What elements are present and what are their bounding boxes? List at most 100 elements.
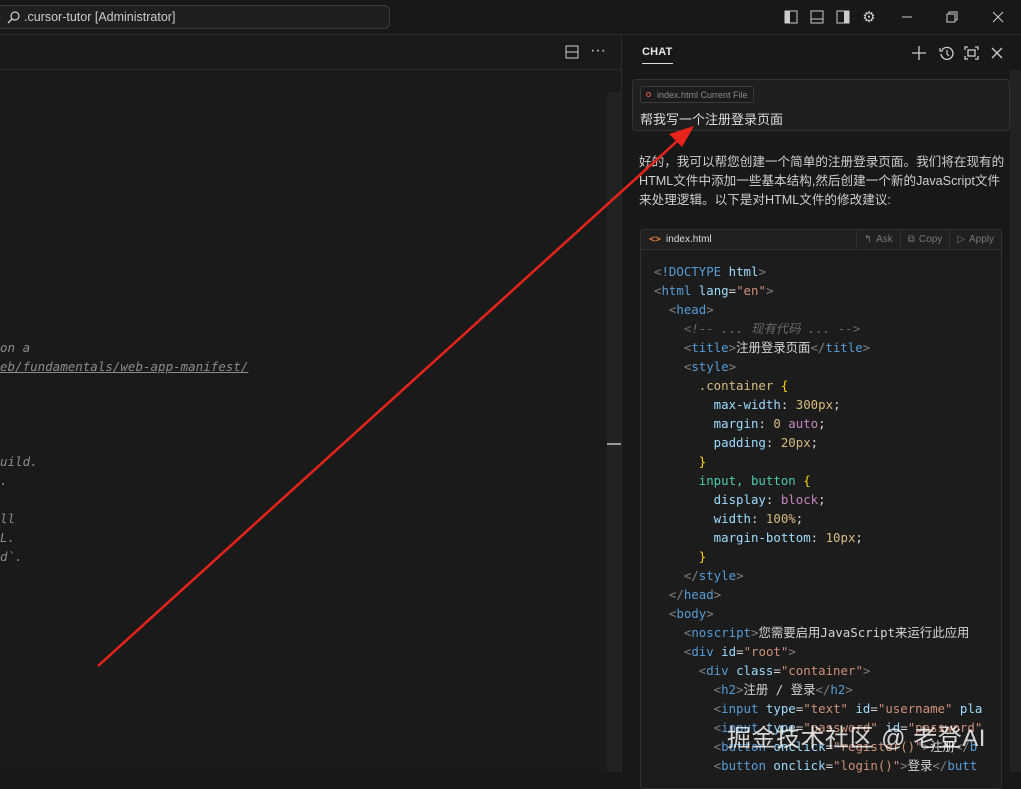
- assistant-response: 好的，我可以帮您创建一个简单的注册登录页面。我们将在现有的HTML文件中添加一些…: [639, 155, 1005, 207]
- code-token: "username": [877, 701, 953, 716]
- toggle-panel-icon[interactable]: [808, 8, 826, 26]
- code-line: <!-- ... 现有代码 ... -->: [654, 319, 982, 338]
- code-token: head: [683, 587, 714, 602]
- code-token: =: [728, 283, 737, 298]
- code-token: max-width: [654, 397, 781, 412]
- copy-button[interactable]: ⧉ Copy: [899, 230, 950, 250]
- code-token: :: [765, 435, 781, 450]
- split-editor-icon[interactable]: [563, 43, 581, 61]
- code-token: }: [654, 549, 707, 564]
- apply-button[interactable]: ▷ Apply: [949, 230, 1001, 250]
- chat-scrollbar[interactable]: [1010, 70, 1021, 772]
- code-token: <: [654, 302, 677, 317]
- code-line: ll: [0, 511, 16, 526]
- more-actions-icon[interactable]: ···: [589, 42, 607, 60]
- code-token: input: [721, 720, 759, 735]
- code-token: >: [788, 644, 796, 659]
- toggle-primary-sidebar-icon[interactable]: [782, 8, 800, 26]
- code-token: ;: [818, 492, 826, 507]
- play-icon: ▷: [957, 234, 965, 245]
- code-token: "password": [803, 720, 878, 735]
- code-line: <input type="password" id="password": [654, 718, 983, 737]
- code-line: d`.: [0, 549, 23, 564]
- code-token: =: [736, 644, 744, 659]
- ask-button[interactable]: ↰ Ask: [855, 230, 900, 250]
- code-brackets-icon: <>: [649, 234, 662, 245]
- close-window-icon[interactable]: [989, 8, 1007, 26]
- code-token: =: [825, 758, 834, 773]
- minimize-icon[interactable]: [898, 8, 916, 26]
- code-line: <div class="container">: [654, 661, 982, 680]
- chat-panel: CHAT index.html Current File 帮我写一个注册登录页面…: [622, 35, 1021, 789]
- code-token: ;: [855, 530, 863, 545]
- code-token: 注册: [930, 739, 955, 754]
- code-token: >: [845, 682, 853, 697]
- code-token: button: [721, 739, 766, 754]
- code-line: <h2>注册 / 登录</h2>: [654, 680, 982, 699]
- title-bar: .cursor-tutor [Administrator] ⚙: [0, 0, 1021, 35]
- toggle-secondary-sidebar-icon[interactable]: [834, 8, 852, 26]
- code-token: 登录: [907, 758, 933, 773]
- code-token: </: [815, 682, 831, 697]
- code-token: .container: [654, 378, 774, 393]
- code-line: uild.: [0, 454, 38, 469]
- code-line: <noscript>您需要启用JavaScript来运行此应用: [654, 623, 982, 642]
- code-block: <> index.html ↰ Ask ⧉ Copy ▷ Apply <!DOCTYPE…: [640, 229, 1002, 789]
- command-search-box[interactable]: .cursor-tutor [Administrator]: [0, 5, 390, 29]
- tab-chat[interactable]: CHAT: [642, 46, 673, 64]
- code-line: <title>注册登录页面</title>: [654, 338, 982, 357]
- code-token: >: [758, 264, 766, 279]
- code-content: <!DOCTYPE html> <html lang="en"> <head> <…: [654, 262, 982, 775]
- editor-area: ··· on a eb/fundamentals/web-app-manifes…: [0, 35, 621, 772]
- history-icon[interactable]: [937, 44, 955, 62]
- code-token: padding: [654, 435, 766, 450]
- code-token: 您需要启用JavaScript来运行此应用: [758, 625, 970, 640]
- code-token: >: [728, 359, 737, 374]
- code-token: !DOCTYPE: [661, 264, 722, 279]
- code-token: >: [713, 587, 722, 602]
- code-token: ;: [795, 511, 804, 526]
- settings-gear-icon[interactable]: ⚙: [860, 8, 878, 26]
- code-token: class: [728, 663, 774, 678]
- code-line: <head>: [654, 300, 982, 319]
- code-token: style: [691, 359, 729, 374]
- context-file-chip[interactable]: index.html Current File: [640, 86, 754, 103]
- code-token: <: [654, 663, 707, 678]
- code-token: =: [825, 739, 834, 754]
- code-token: margin-bottom: [654, 530, 811, 545]
- code-token: "text": [803, 701, 848, 716]
- code-line: max-width: 300px;: [654, 395, 982, 414]
- editor-scrollbar[interactable]: [607, 92, 621, 772]
- code-token: =: [870, 701, 878, 716]
- code-token: </: [654, 587, 684, 602]
- code-token: block: [780, 492, 819, 507]
- restore-icon[interactable]: [943, 8, 961, 26]
- code-token: onclick: [765, 758, 826, 773]
- new-chat-plus-icon[interactable]: [910, 44, 928, 62]
- code-line: L.: [0, 530, 16, 545]
- code-line: width: 100%;: [654, 509, 982, 528]
- reply-icon: ↰: [863, 234, 873, 245]
- code-token: <: [654, 644, 692, 659]
- code-token: 0: [773, 416, 781, 431]
- chip-file-name: index.html: [657, 89, 699, 100]
- code-line: .: [0, 473, 8, 488]
- code-token: :: [780, 397, 796, 412]
- ask-label: Ask: [876, 234, 893, 245]
- code-line: </head>: [654, 585, 982, 604]
- code-token: "password": [907, 720, 983, 735]
- close-chat-icon[interactable]: [988, 44, 1006, 62]
- code-token: >: [728, 340, 737, 355]
- code-token: </: [932, 758, 948, 773]
- code-line: <button onclick="login()">登录</butt: [654, 756, 982, 775]
- editor-tab-bar: ···: [0, 35, 621, 70]
- code-token: "container": [780, 663, 863, 678]
- code-token: <: [654, 359, 692, 374]
- maximize-panel-icon[interactable]: [962, 44, 980, 62]
- code-token: title: [691, 340, 729, 355]
- code-token: <: [654, 606, 677, 621]
- apply-label: Apply: [968, 234, 994, 245]
- code-link[interactable]: eb/fundamentals/web-app-manifest/: [0, 359, 248, 374]
- code-line: <!DOCTYPE html>: [654, 262, 982, 281]
- code-line: <input type="text" id="username" pla: [654, 699, 983, 718]
